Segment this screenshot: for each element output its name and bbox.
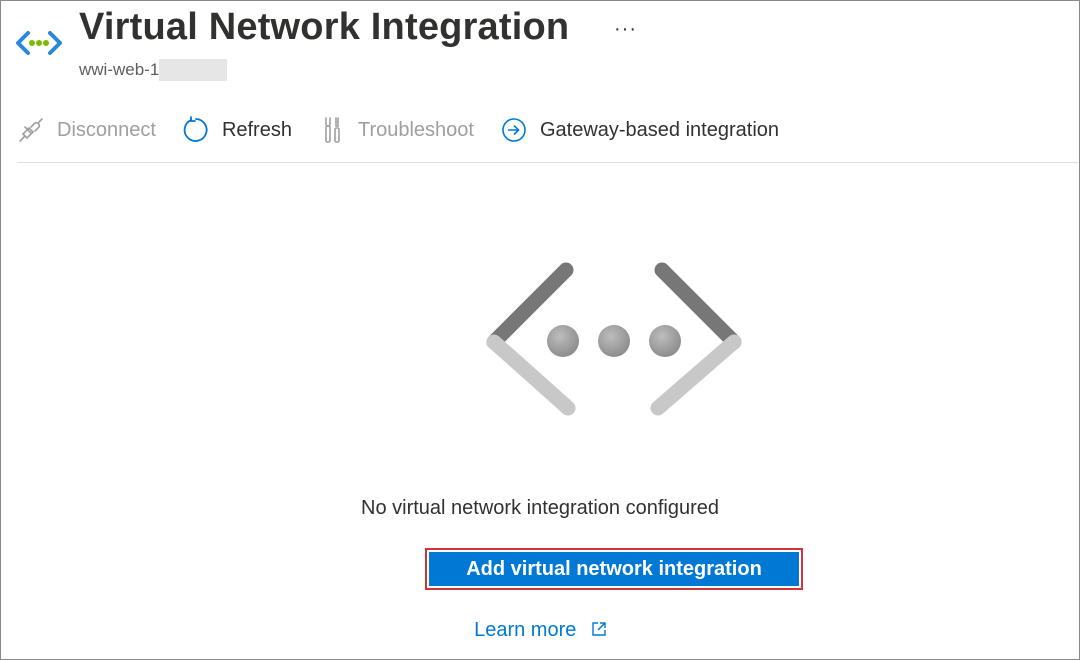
add-vnet-integration-button[interactable]: Add virtual network integration bbox=[429, 552, 799, 586]
resource-name-text: wwi-web-1 bbox=[79, 60, 160, 79]
gateway-integration-label: Gateway-based integration bbox=[539, 118, 780, 141]
arrow-circle-icon bbox=[500, 116, 528, 144]
learn-more-link[interactable]: Learn more bbox=[0, 619, 1080, 642]
disconnect-button[interactable]: Disconnect bbox=[17, 108, 156, 152]
toolbar-divider bbox=[17, 162, 1078, 163]
gateway-integration-button[interactable]: Gateway-based integration bbox=[500, 108, 779, 152]
page-title: Virtual Network Integration bbox=[79, 6, 570, 48]
virtual-network-illustration-icon bbox=[484, 262, 744, 422]
disconnect-label: Disconnect bbox=[57, 118, 156, 141]
command-bar: Disconnect Refresh Troubleshoot Gateway-… bbox=[17, 108, 1080, 152]
refresh-icon bbox=[182, 116, 210, 144]
troubleshoot-button[interactable]: Troubleshoot bbox=[318, 108, 474, 152]
resource-name: wwi-web-1 bbox=[79, 59, 228, 81]
plug-icon bbox=[17, 116, 45, 144]
virtual-network-icon bbox=[14, 26, 64, 60]
empty-state-message: No virtual network integration configure… bbox=[361, 497, 719, 519]
redacted-block bbox=[159, 59, 228, 81]
refresh-button[interactable]: Refresh bbox=[182, 108, 292, 152]
wrench-icon bbox=[318, 116, 346, 144]
more-options-button[interactable]: ··· bbox=[614, 18, 637, 41]
refresh-label: Refresh bbox=[221, 118, 292, 141]
highlight-box: Add virtual network integration bbox=[425, 548, 803, 590]
external-link-icon bbox=[592, 619, 606, 642]
troubleshoot-label: Troubleshoot bbox=[357, 118, 474, 141]
learn-more-label: Learn more bbox=[474, 619, 577, 641]
